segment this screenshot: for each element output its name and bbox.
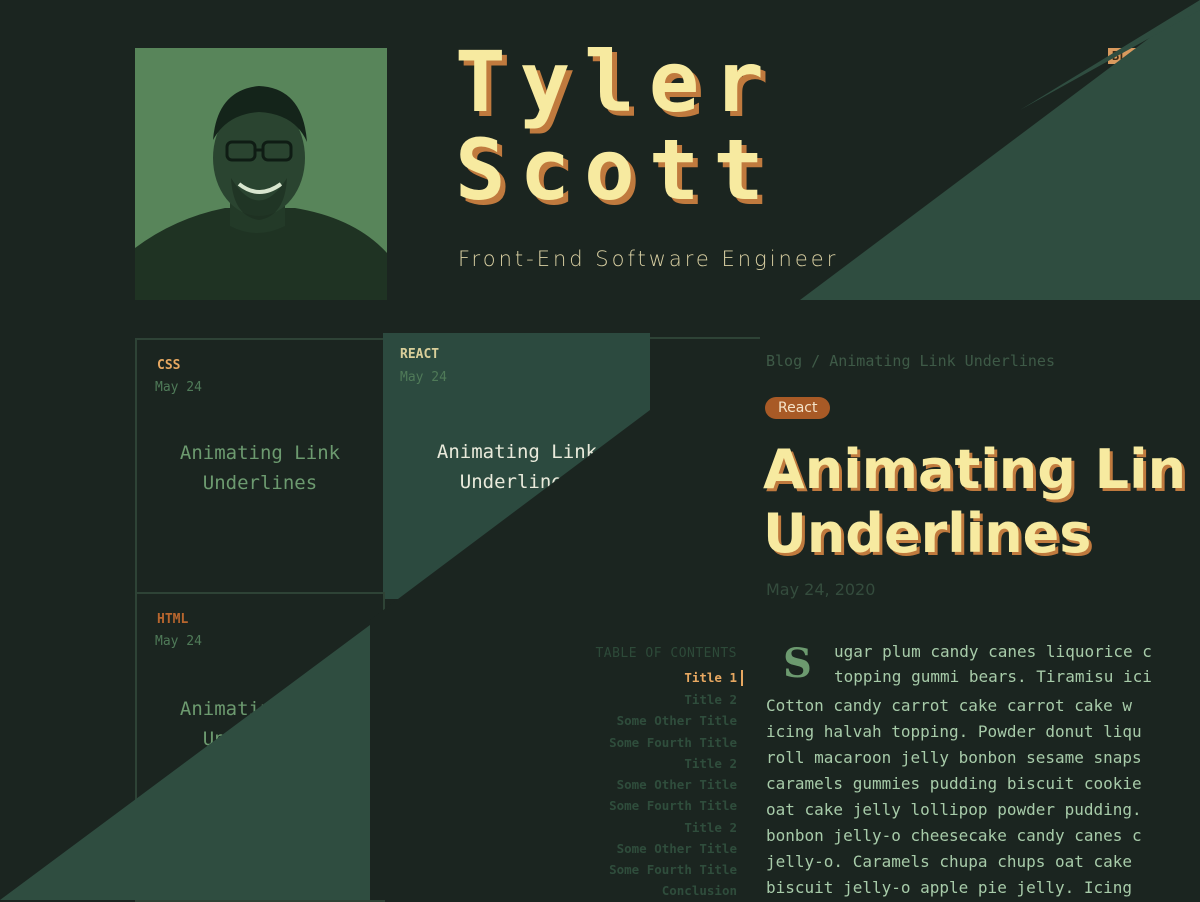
- card-date: May 24: [400, 370, 447, 385]
- card-title[interactable]: Animating Link Underlines: [137, 438, 383, 498]
- toc-item[interactable]: Some Fourth Title: [609, 862, 737, 877]
- card-date: May 24: [155, 634, 202, 649]
- toc-item[interactable]: Some Other Title: [617, 713, 737, 728]
- site-owner-name: Tyler Scott: [455, 38, 778, 214]
- toc-item[interactable]: Some Fourth Title: [609, 798, 737, 813]
- name-first: Tyler: [455, 33, 778, 131]
- card-tag: HTML: [157, 612, 189, 627]
- toc-active-indicator: [741, 670, 743, 686]
- article-body-line: jelly-o. Caramels chupa chups oat cake: [766, 852, 1133, 871]
- toc-item[interactable]: Conclusion: [662, 883, 737, 898]
- article-title: Animating Lin Underlines: [763, 438, 1186, 566]
- post-card-javascript[interactable]: JAVAS Ma: [650, 338, 760, 594]
- article-body-line: biscuit jelly-o apple pie jelly. Icing: [766, 878, 1133, 897]
- article-body-line: Cotton candy carrot cake carrot cake w: [766, 696, 1133, 715]
- toc-item[interactable]: Title 2: [684, 692, 737, 707]
- card-tag: JAVAS: [664, 358, 704, 373]
- category-badge[interactable]: React: [765, 397, 831, 419]
- article-body-line: bonbon jelly-o cheesecake candy canes c: [766, 826, 1142, 845]
- breadcrumb[interactable]: Blog / Animating Link Underlines: [766, 352, 1055, 370]
- profile-photo: [135, 48, 387, 300]
- card-title[interactable]: Animating Link Underlines: [383, 437, 651, 497]
- article-body-line: caramels gummies pudding biscuit cookie: [766, 774, 1142, 793]
- article-body-line: icing halvah topping. Powder donut liqu: [766, 722, 1142, 741]
- article-body-line: oat cake jelly lollipop powder pudding.: [766, 800, 1142, 819]
- card-tag: REACT: [400, 347, 440, 362]
- article-body-line: topping gummi bears. Tiramisu ici: [834, 667, 1152, 686]
- post-card-css[interactable]: CSS May 24 Animating Link Underlines: [135, 338, 385, 594]
- corner-tag[interactable]: BL: [1108, 48, 1152, 64]
- post-card-react[interactable]: REACT May 24 Animating Link Underlines: [383, 333, 651, 599]
- portrait-photo-icon: [135, 48, 387, 300]
- toc-item[interactable]: Title 2: [684, 756, 737, 771]
- article-body-line: ugar plum candy canes liquorice c: [834, 642, 1152, 661]
- post-card-html[interactable]: HTML May 24 Animating Link Underlines: [135, 592, 385, 902]
- toc-item[interactable]: Title 1: [684, 670, 737, 685]
- drop-cap: S: [783, 640, 812, 687]
- job-title: Front-End Software Engineer: [458, 247, 839, 271]
- toc-heading: TABLE OF CONTENTS: [595, 646, 737, 661]
- card-tag: CSS: [157, 358, 181, 373]
- toc-item[interactable]: Some Fourth Title: [609, 735, 737, 750]
- toc-item[interactable]: Some Other Title: [617, 841, 737, 856]
- article-title-line: Animating Lin: [763, 438, 1187, 501]
- name-last: Scott: [455, 121, 778, 219]
- publish-date: May 24, 2020: [766, 580, 876, 599]
- card-title[interactable]: Animating Link Underlines: [137, 694, 383, 754]
- card-date: May 24: [155, 380, 202, 395]
- article-title-line: Underlines: [763, 502, 1092, 565]
- toc-item[interactable]: Title 2: [684, 820, 737, 835]
- card-date: Ma: [664, 380, 680, 395]
- top-right-triangle: [800, 0, 1200, 300]
- article-body-line: roll macaroon jelly bonbon sesame snaps: [766, 748, 1142, 767]
- toc-item[interactable]: Some Other Title: [617, 777, 737, 792]
